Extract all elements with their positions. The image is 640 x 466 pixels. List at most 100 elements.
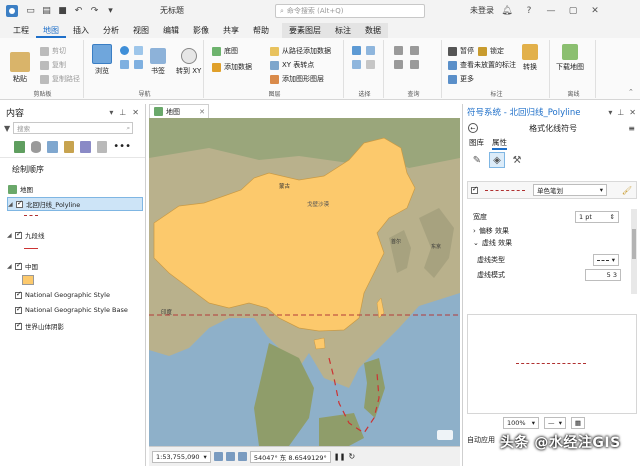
list-by-source-icon[interactable]: [30, 140, 42, 153]
pause-drawing-icon[interactable]: ❚❚: [334, 453, 346, 461]
layer-symbol-tropic[interactable]: [24, 215, 38, 216]
contents-search-input[interactable]: 搜索 ⌕: [13, 122, 134, 134]
tab-project[interactable]: 工程: [6, 23, 36, 38]
menu-icon[interactable]: ≡: [628, 124, 635, 133]
map-view-tab[interactable]: 地图 ✕: [149, 104, 209, 118]
goto-xy-button[interactable]: 转到 XY: [176, 48, 201, 76]
tab-gallery[interactable]: 图库: [469, 137, 484, 150]
layer-row-natgeo[interactable]: National Geographic Style: [15, 290, 110, 299]
layer-visibility-checkbox[interactable]: [15, 321, 22, 330]
expand-arrow-icon[interactable]: ◢: [7, 232, 15, 239]
filter-icon[interactable]: ▼: [4, 124, 10, 133]
tab-feature-layer[interactable]: 要素图层: [282, 23, 328, 38]
tab-share[interactable]: 共享: [216, 23, 246, 38]
symbol-brush-icon[interactable]: ✎: [469, 152, 485, 168]
pane-options-icon[interactable]: ▾: [109, 108, 113, 117]
infographics-button[interactable]: [394, 60, 403, 69]
paint-brush-icon[interactable]: 🖌︎: [622, 186, 632, 195]
list-by-editing-icon[interactable]: [63, 140, 75, 153]
layer-visibility-checkbox[interactable]: [15, 290, 22, 299]
symbol-layer-row[interactable]: 单色笔划 ▾ 🖌︎: [467, 181, 637, 199]
paste-button[interactable]: 粘贴: [10, 52, 30, 84]
preview-grid-button[interactable]: ▦: [571, 417, 585, 429]
bookmarks-button[interactable]: 书签: [150, 48, 166, 76]
width-input[interactable]: 1 pt ⇕: [575, 211, 619, 223]
tab-edit[interactable]: 编辑: [156, 23, 186, 38]
tab-help[interactable]: 帮助: [246, 23, 276, 38]
symbol-layer-checkbox[interactable]: [471, 185, 478, 194]
xy-to-point-button[interactable]: XY 表转点: [270, 60, 314, 70]
customize-qat-icon[interactable]: ▾: [104, 5, 117, 18]
undo-icon[interactable]: ↶: [72, 5, 85, 18]
layer-row-natgeo-base[interactable]: National Geographic Style Base: [15, 305, 128, 314]
layer-visibility-checkbox[interactable]: [15, 305, 22, 314]
tab-labeling[interactable]: 标注: [328, 23, 358, 38]
layer-visibility-checkbox[interactable]: [15, 230, 22, 239]
previous-extent-button[interactable]: [120, 60, 129, 69]
new-project-icon[interactable]: ▭: [24, 5, 37, 18]
dash-section-header[interactable]: ⌄ 虚线 效果: [473, 238, 512, 248]
measure-button[interactable]: [394, 46, 403, 55]
scrollbar-thumb[interactable]: [632, 229, 636, 259]
open-folder-icon[interactable]: ▤: [40, 5, 53, 18]
add-data-button[interactable]: 添加数据: [212, 62, 252, 72]
cut-button[interactable]: 剪切: [40, 46, 66, 56]
layers-icon[interactable]: ◈: [489, 152, 505, 168]
layer-visibility-checkbox[interactable]: [16, 199, 23, 208]
close-tab-icon[interactable]: ✕: [199, 108, 205, 116]
close-button[interactable]: ✕: [588, 4, 602, 18]
back-arrow-icon[interactable]: ←: [468, 123, 478, 133]
view-unplaced-labels-button[interactable]: 查看未放置的标注: [448, 60, 516, 70]
fixed-zoom-icon[interactable]: [225, 452, 235, 461]
list-by-selection-icon[interactable]: [47, 140, 58, 153]
more-labeling-button[interactable]: 更多: [448, 74, 474, 84]
expand-arrow-icon[interactable]: ◢: [7, 263, 15, 270]
scale-selector[interactable]: 1:53,755,090 ▾: [152, 450, 211, 463]
symbol-type-dropdown[interactable]: 单色笔划 ▾: [533, 184, 607, 196]
copy-path-button[interactable]: 复制路径: [40, 74, 80, 84]
dash-type-dropdown[interactable]: ▾: [593, 254, 619, 266]
minimize-button[interactable]: —: [544, 4, 558, 18]
select-by-location-button[interactable]: [352, 60, 361, 69]
preview-background-dropdown[interactable]: — ▾: [544, 417, 566, 429]
more-options-icon[interactable]: •••: [113, 141, 131, 152]
signin-status[interactable]: 未登录: [470, 5, 494, 16]
copy-button[interactable]: 复制: [40, 60, 66, 70]
layer-row-china[interactable]: ◢ 中国: [7, 261, 38, 272]
help-icon[interactable]: ?: [522, 4, 536, 18]
tab-map[interactable]: 地图: [36, 23, 66, 38]
layer-row-hillshade[interactable]: 世界山体阴影: [15, 321, 64, 331]
redo-icon[interactable]: ↷: [88, 5, 101, 18]
select-by-attributes-button[interactable]: [366, 46, 375, 55]
layer-row-tropic-of-cancer[interactable]: ◢ 北回归线_Polyline: [7, 197, 143, 211]
lock-labels-button[interactable]: 锁定: [478, 46, 504, 56]
dash-pattern-input[interactable]: 5 3: [585, 269, 621, 281]
clear-selection-button[interactable]: [366, 60, 375, 69]
pin-icon[interactable]: ⊥: [617, 108, 624, 117]
map-canvas[interactable]: 蒙古 戈壁沙漠 印度 首尔 东京: [149, 118, 460, 446]
tab-properties[interactable]: 属性: [492, 137, 507, 150]
tab-view[interactable]: 视图: [126, 23, 156, 38]
expand-icon[interactable]: [237, 452, 247, 461]
close-pane-icon[interactable]: ✕: [132, 108, 139, 117]
select-button[interactable]: [352, 46, 361, 55]
wrench-icon[interactable]: ⚒: [509, 152, 525, 168]
property-scrollbar[interactable]: [631, 209, 637, 294]
fixed-zoom-in-button[interactable]: [134, 46, 143, 55]
close-pane-icon[interactable]: ✕: [629, 108, 636, 117]
offset-section-header[interactable]: › 偏移 效果: [473, 226, 509, 236]
auto-apply-row[interactable]: 自动应用: [467, 435, 495, 445]
collapse-ribbon-icon[interactable]: ⌃: [628, 88, 634, 96]
tab-analysis[interactable]: 分析: [96, 23, 126, 38]
expand-arrow-icon[interactable]: ◢: [8, 201, 16, 208]
coordinate-conversion-button[interactable]: [410, 60, 419, 69]
grid-icon[interactable]: [213, 452, 223, 461]
maximize-button[interactable]: ▢: [566, 4, 580, 18]
pin-icon[interactable]: ⊥: [119, 108, 126, 117]
pane-options-icon[interactable]: ▾: [608, 108, 612, 117]
tab-data[interactable]: 数据: [358, 23, 388, 38]
notification-icon[interactable]: 🔔︎: [500, 4, 514, 18]
basemap-button[interactable]: 底图: [212, 46, 238, 56]
list-by-snapping-icon[interactable]: [80, 140, 91, 153]
explore-button[interactable]: 浏览: [92, 44, 112, 76]
